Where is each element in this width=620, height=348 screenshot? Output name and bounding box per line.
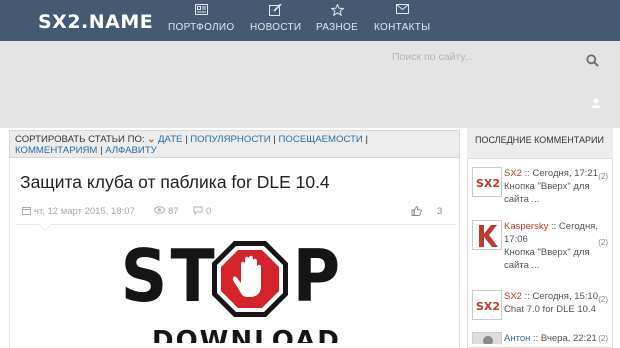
comment-sep: :: bbox=[530, 333, 541, 344]
banner-subtitle: DOWNLOAD bbox=[152, 326, 341, 343]
meta-divider bbox=[16, 224, 456, 225]
like-count: 3 bbox=[437, 206, 443, 217]
avatar[interactable]: SX2 bbox=[472, 167, 502, 197]
nav-contacts-label: КОНТАКТЫ bbox=[374, 22, 431, 33]
search-input[interactable]: Поиск по сайту... bbox=[392, 51, 602, 71]
comment-time: Сегодня, 15:10 bbox=[532, 291, 598, 302]
comment-count: (2) bbox=[598, 238, 608, 247]
sort-bar: Сортировать статьи по: ⌄ дате | популярн… bbox=[9, 130, 460, 158]
banner-letter: T bbox=[170, 236, 215, 318]
comment-text: SX2 :: Сегодня, 15:10 Chat 7.0 for DLE 1… bbox=[504, 290, 608, 316]
comment-author[interactable]: Антон bbox=[504, 333, 530, 344]
comment-text: SX2 :: Сегодня, 17:21 Кнопка "Вверх" для… bbox=[504, 167, 608, 206]
mail-icon bbox=[374, 4, 430, 18]
nav-contacts[interactable]: КОНТАКТЫ bbox=[374, 4, 430, 33]
search-icon[interactable] bbox=[586, 54, 599, 72]
sort-by-visits-link[interactable]: посещаемости bbox=[279, 134, 363, 145]
sort-by-date-link[interactable]: дате bbox=[158, 134, 182, 145]
star-icon bbox=[316, 4, 358, 18]
comment-sep: :: bbox=[521, 168, 533, 179]
comment-text: Kaspersky :: Сегодня, 17:06 Кнопка "Ввер… bbox=[504, 220, 608, 272]
sort-separator: | bbox=[362, 134, 368, 145]
nav-misc-label: РАЗНОЕ bbox=[316, 22, 359, 33]
thumbs-up-icon bbox=[411, 206, 422, 216]
sort-separator: | bbox=[270, 134, 279, 145]
nav-misc[interactable]: РАЗНОЕ bbox=[316, 4, 358, 33]
sort-by-popularity-link[interactable]: популярности bbox=[190, 134, 270, 145]
comment-count: (2) bbox=[598, 334, 608, 343]
nav-news[interactable]: НОВОСТИ bbox=[250, 4, 301, 33]
avatar[interactable] bbox=[472, 220, 502, 250]
edit-icon bbox=[250, 4, 301, 18]
comment-text: Антон :: Вчера, 22:21 bbox=[504, 332, 608, 344]
banner-letter: S bbox=[120, 236, 168, 318]
nav-portfolio-label: ПОРТФОЛИО bbox=[168, 22, 235, 33]
article-date: чт, 12 март 2015, 18:07 bbox=[34, 206, 135, 217]
article-title[interactable]: Защита клуба от паблика for DLE 10.4 bbox=[20, 172, 330, 193]
comment-item[interactable]: Антон :: Вчера, 22:21 (2) bbox=[472, 332, 610, 344]
comment-sep: :: bbox=[548, 221, 559, 232]
top-navbar: SX2.NAME ПОРТФОЛИО НОВОСТИ РАЗНОЕ КОНТАК… bbox=[0, 0, 620, 41]
stop-hand-icon bbox=[212, 241, 288, 317]
date-meta: чт, 12 март 2015, 18:07 bbox=[22, 206, 135, 217]
banner-letter: P bbox=[292, 236, 341, 318]
sort-prefix: Сортировать статьи по: bbox=[15, 134, 145, 145]
chevron-down-icon: ⌄ bbox=[147, 134, 156, 145]
article-comments: 0 bbox=[206, 206, 212, 217]
user-icon[interactable] bbox=[591, 95, 601, 113]
eye-icon bbox=[154, 206, 165, 214]
svg-text:SX2: SX2 bbox=[476, 177, 500, 190]
divider-pointer-inner bbox=[39, 224, 51, 230]
comment-sep: :: bbox=[521, 291, 533, 302]
site-logo[interactable]: SX2.NAME bbox=[38, 11, 153, 33]
avatar[interactable]: SX2 bbox=[472, 290, 502, 320]
avatar[interactable] bbox=[472, 332, 502, 344]
nav-news-label: НОВОСТИ bbox=[250, 22, 302, 33]
svg-text:SX2: SX2 bbox=[476, 300, 500, 313]
comment-author[interactable]: Kaspersky bbox=[504, 221, 548, 232]
comment-count: (2) bbox=[598, 295, 608, 304]
comments-meta[interactable]: 0 bbox=[193, 206, 211, 217]
comment-author[interactable]: SX2 bbox=[504, 168, 522, 179]
views-meta: 87 bbox=[154, 206, 179, 217]
sort-by-comments-link[interactable]: комментариям bbox=[15, 145, 97, 156]
stop-download-banner: S T P DOWNLOAD bbox=[118, 236, 348, 343]
nav-portfolio[interactable]: ПОРТФОЛИО bbox=[168, 4, 234, 33]
comment-item[interactable]: SX2 SX2 :: Сегодня, 15:10 Chat 7.0 for D… bbox=[472, 290, 610, 326]
comment-body[interactable]: Кнопка "Вверх" для сайта ... bbox=[504, 247, 590, 271]
comment-time: Вчера, 22:21 bbox=[540, 333, 597, 344]
comment-time: Сегодня, 17:21 bbox=[532, 168, 598, 179]
sort-by-alphabet-link[interactable]: алфавиту bbox=[105, 145, 157, 156]
comment-count: (2) bbox=[598, 172, 608, 181]
like-button[interactable] bbox=[411, 206, 422, 218]
portfolio-icon bbox=[168, 4, 234, 18]
comment-author[interactable]: SX2 bbox=[504, 291, 522, 302]
calendar-icon bbox=[22, 207, 31, 215]
sidebar-title: Последние комментарии bbox=[467, 128, 613, 159]
comment-body[interactable]: Кнопка "Вверх" для сайта ... bbox=[504, 181, 590, 205]
comment-body[interactable]: Chat 7.0 for DLE 10.4 bbox=[504, 304, 596, 315]
comment-item[interactable]: Kaspersky :: Сегодня, 17:06 Кнопка "Ввер… bbox=[472, 220, 610, 280]
article-views: 87 bbox=[168, 206, 179, 217]
comment-item[interactable]: SX2 SX2 :: Сегодня, 17:21 Кнопка "Вверх"… bbox=[472, 167, 610, 211]
comment-icon bbox=[193, 206, 203, 216]
